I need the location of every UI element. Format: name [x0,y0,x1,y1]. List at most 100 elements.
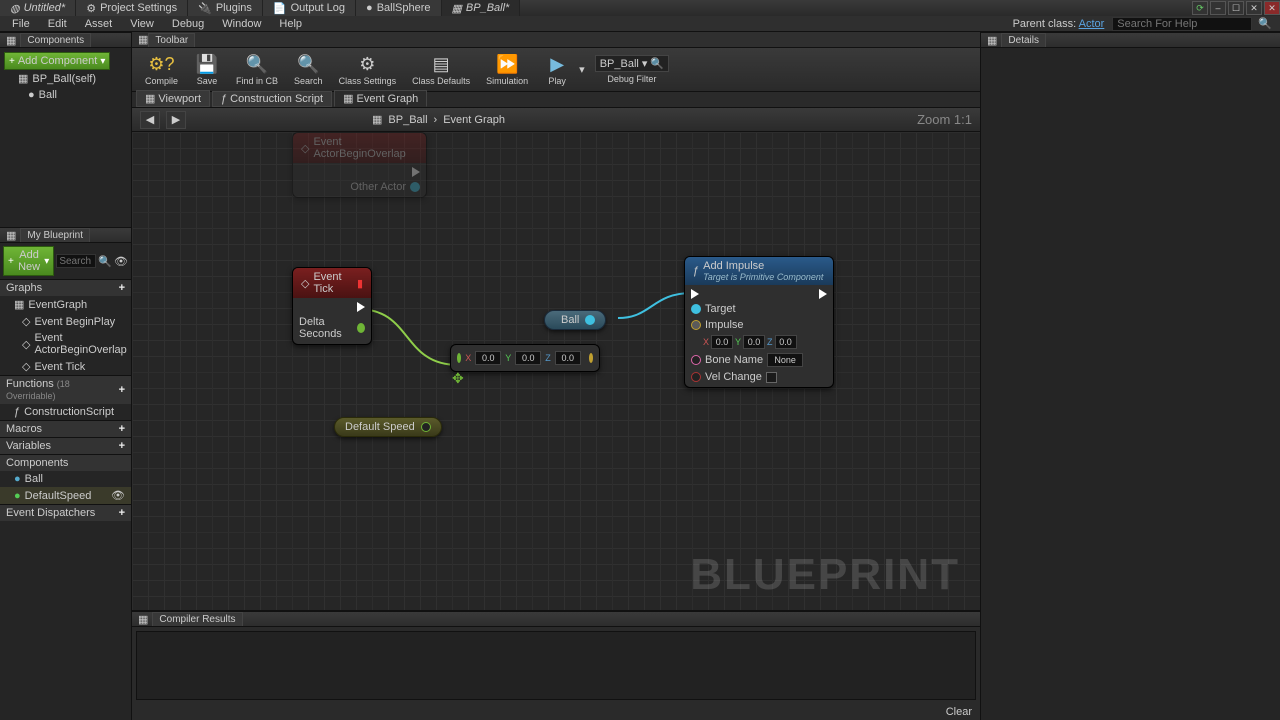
compile-button[interactable]: ⚙?Compile [138,51,185,89]
details-body[interactable] [981,48,1280,720]
add-dispatcher-button[interactable]: + [119,507,125,519]
search-icon[interactable]: 🔍 [1258,17,1272,30]
title-tab-untitled[interactable]: ◍Untitled* [0,0,76,16]
node-event-actor-begin-overlap[interactable]: ◇Event ActorBeginOverlap Other Actor [292,132,427,198]
find-in-cb-button[interactable]: 🔍Find in CB [229,51,285,89]
search-button[interactable]: 🔍Search [287,51,330,89]
graph-eventgraph[interactable]: ▦EventGraph [0,296,131,313]
components-tab[interactable]: Components [20,33,91,47]
toolbar-tab[interactable]: Toolbar [148,33,195,47]
exec-in-pin[interactable] [691,289,699,299]
vector-z-input[interactable] [555,351,581,365]
exec-out-pin[interactable] [819,289,827,299]
breadcrumb-leaf[interactable]: Event Graph [443,114,505,126]
node-default-speed-variable[interactable]: Default Speed [334,417,442,437]
menu-edit[interactable]: Edit [40,17,75,31]
menu-help[interactable]: Help [271,17,310,31]
var-ball[interactable]: ●Ball [0,471,131,487]
other-actor-pin[interactable] [410,182,420,192]
title-tab-output-log[interactable]: 📄Output Log [263,0,356,16]
details-header[interactable]: ▦ Details [981,32,1280,48]
component-ball[interactable]: ●Ball [4,87,127,103]
class-settings-button[interactable]: ⚙Class Settings [332,51,404,89]
maximize-button[interactable]: ☐ [1228,1,1244,15]
compiler-results-header[interactable]: ▦ Compiler Results [132,611,980,627]
add-new-button[interactable]: + Add New ▾ [3,246,54,276]
section-variables[interactable]: Variables+ [0,437,131,454]
title-tab-plugins[interactable]: 🔌Plugins [188,0,263,16]
close-button[interactable]: ✕ [1264,1,1280,15]
details-tab[interactable]: Details [1001,33,1046,47]
section-functions[interactable]: Functions (18 Overridable)+ [0,375,131,404]
delta-seconds-pin[interactable] [357,323,365,333]
menu-file[interactable]: File [4,17,38,31]
bone-name-input[interactable] [767,353,803,367]
compiler-results-body[interactable] [136,631,976,700]
play-button[interactable]: ▶Play [537,51,577,89]
menu-view[interactable]: View [122,17,162,31]
clear-button[interactable]: Clear [946,706,972,718]
vector-x-input[interactable] [475,351,501,365]
graph-eventtick[interactable]: ◇Event Tick [0,358,131,375]
title-tab-project-settings[interactable]: ⚙Project Settings [76,0,188,16]
impulse-z-input[interactable] [775,335,797,349]
function-constructionscript[interactable]: ƒConstructionScript [0,404,131,420]
help-search-input[interactable] [1112,17,1252,31]
add-graph-button[interactable]: + [119,282,125,294]
bone-name-pin[interactable] [691,355,701,365]
title-tab-bpball[interactable]: ▦BP_Ball* [442,0,521,16]
node-ball-variable[interactable]: Ball [544,310,606,330]
menu-asset[interactable]: Asset [77,17,121,31]
section-components[interactable]: Components [0,454,131,471]
title-tab-ballsphere[interactable]: ●BallSphere [356,0,441,16]
child-close-button[interactable]: ✕ [1246,1,1262,15]
menu-window[interactable]: Window [214,17,269,31]
tab-construction-script[interactable]: ƒConstruction Script [212,91,332,107]
parent-class-link[interactable]: Actor [1079,18,1105,30]
event-graph-canvas[interactable]: ◇Event ActorBeginOverlap Other Actor ◇Ev… [132,132,980,610]
float-in-pin[interactable] [457,353,461,363]
breadcrumb-root[interactable]: BP_Ball [388,114,427,126]
impulse-x-input[interactable] [711,335,733,349]
exec-out-pin[interactable] [412,167,420,177]
nav-forward-button[interactable]: ▶ [166,111,186,129]
refresh-button[interactable]: ⟳ [1192,1,1208,15]
tab-event-graph[interactable]: ▦Event Graph [334,90,427,107]
impulse-y-input[interactable] [743,335,765,349]
bookmark-icon[interactable]: ▮ [357,277,363,290]
vel-change-checkbox[interactable] [766,372,777,383]
graph-beginplay[interactable]: ◇Event BeginPlay [0,313,131,330]
add-function-button[interactable]: + [119,384,125,396]
var-defaultspeed[interactable]: ●DefaultSpeed👁 [0,487,131,504]
add-component-button[interactable]: + Add Component ▾ [4,52,110,70]
node-add-impulse[interactable]: ƒ Add Impulse Target is Primitive Compon… [684,256,834,388]
eye-icon[interactable]: 👁 [111,489,125,502]
my-blueprint-tab[interactable]: My Blueprint [20,228,90,242]
menu-debug[interactable]: Debug [164,17,212,31]
vel-change-pin[interactable] [691,372,701,382]
graph-beginoverlap[interactable]: ◇Event ActorBeginOverlap [0,330,131,358]
default-speed-out-pin[interactable] [421,422,431,432]
debug-object-select[interactable]: BP_Ball▾🔍 [595,55,669,72]
add-variable-button[interactable]: + [119,440,125,452]
section-graphs[interactable]: Graphs+ [0,279,131,296]
node-make-vector[interactable]: X Y Z [450,344,600,372]
minimize-button[interactable]: – [1210,1,1226,15]
my-blueprint-header[interactable]: ▦ My Blueprint [0,227,131,243]
simulation-button[interactable]: ⏩Simulation [479,51,535,89]
eye-icon[interactable]: 👁 [114,255,128,268]
exec-out-pin[interactable] [357,302,365,312]
section-macros[interactable]: Macros+ [0,420,131,437]
search-icon[interactable]: 🔍 [650,57,664,70]
search-icon[interactable]: 🔍 [98,255,112,268]
tab-viewport[interactable]: ▦Viewport [136,90,210,107]
impulse-pin[interactable] [691,320,701,330]
play-dropdown-icon[interactable]: ▾ [579,63,585,76]
save-button[interactable]: 💾Save [187,51,227,89]
vector-y-input[interactable] [515,351,541,365]
add-macro-button[interactable]: + [119,423,125,435]
class-defaults-button[interactable]: ▤Class Defaults [405,51,477,89]
section-dispatchers[interactable]: Event Dispatchers+ [0,504,131,521]
ball-out-pin[interactable] [585,315,595,325]
node-event-tick[interactable]: ◇Event Tick▮ Delta Seconds [292,267,372,345]
